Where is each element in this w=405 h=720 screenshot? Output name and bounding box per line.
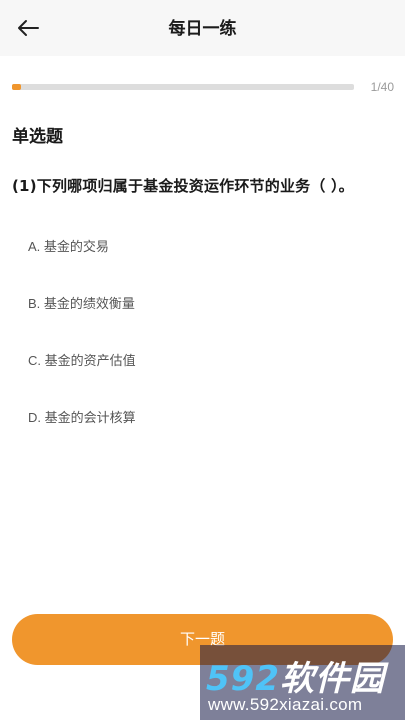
page-title: 每日一练 (168, 19, 237, 39)
option-b[interactable]: B. 基金的绩效衡量 (28, 293, 135, 312)
watermark-digits: 592 (206, 659, 280, 699)
watermark: 592软件园 www.592xiazai.com (200, 645, 405, 720)
progress-count: 1/40 (370, 80, 394, 94)
watermark-url: www.592xiazai.com (208, 695, 363, 714)
top-bar: 每日一练 (0, 0, 405, 56)
option-d[interactable]: D. 基金的会计核算 (28, 407, 136, 426)
watermark-name: 软件园 (279, 659, 385, 699)
watermark-logo: 592软件园 (206, 651, 385, 700)
option-a[interactable]: A. 基金的交易 (28, 236, 109, 255)
question-text: (1)下列哪项归属于基金投资运作环节的业务（ ）。 (12, 177, 354, 195)
question-type-label: 单选题 (12, 127, 63, 147)
progress-fill (12, 84, 21, 90)
option-c[interactable]: C. 基金的资产估值 (28, 350, 136, 369)
progress-bar (12, 84, 354, 90)
